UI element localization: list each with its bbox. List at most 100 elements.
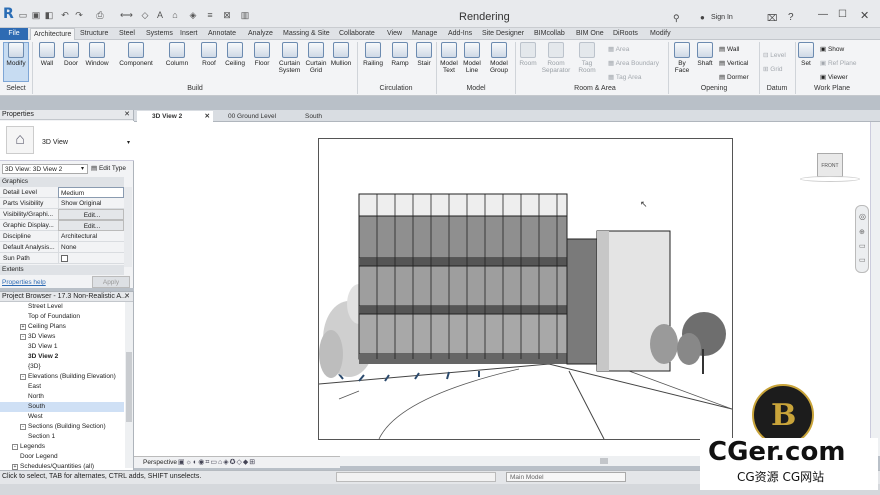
measure-icon[interactable]: ⟷ — [120, 10, 133, 20]
save-icon[interactable]: ▣ — [31, 10, 41, 20]
open-icon[interactable]: ▭ — [18, 10, 28, 20]
search-icon[interactable]: ⚲ — [673, 13, 680, 24]
tab-manage[interactable]: Manage — [409, 28, 440, 40]
browser-tree-item[interactable]: North — [0, 392, 124, 402]
room-button[interactable]: Room — [517, 42, 539, 86]
by-face-button[interactable]: By Face — [671, 42, 693, 86]
switch-windows-icon[interactable]: ▥ — [240, 10, 250, 20]
area-boundary-button[interactable]: ▦ Area Boundary — [608, 59, 659, 67]
tab-bimcollab[interactable]: BIMcollab — [531, 28, 568, 40]
model-text-button[interactable]: Model Text — [438, 42, 460, 86]
collapse-icon[interactable]: - — [20, 374, 26, 380]
redo-icon[interactable]: ↷ — [74, 10, 84, 20]
show-workplane-button[interactable]: ▣ Show — [820, 45, 844, 53]
undo-icon[interactable]: ↶ — [60, 10, 70, 20]
model-line-button[interactable]: Model Line — [461, 42, 483, 86]
collapse-icon[interactable]: - — [20, 334, 26, 340]
browser-tree-item[interactable]: - Legends — [0, 442, 124, 452]
edit-button[interactable]: Edit... — [58, 220, 124, 231]
edit-type-button[interactable]: ▤ Edit Type — [91, 164, 126, 172]
room-area-panel-title[interactable]: Room & Area — [560, 85, 630, 92]
maximize-icon[interactable]: ☐ — [838, 9, 847, 20]
3d-view-icon[interactable]: ⌂ — [170, 10, 180, 20]
minimize-icon[interactable]: — — [818, 9, 828, 20]
graphics-section[interactable]: Graphics — [0, 177, 124, 187]
close-icon[interactable]: ✕ — [124, 292, 130, 302]
room-separator-button[interactable]: Room Separator — [540, 42, 572, 86]
browser-tree-item[interactable]: Street Level — [0, 302, 124, 312]
pan-icon[interactable]: ▭ — [859, 242, 866, 250]
browser-tree-item[interactable]: - Elevations (Building Elevation) — [0, 372, 124, 382]
level-button[interactable]: ⊟ Level — [763, 51, 786, 59]
chevron-down-icon[interactable]: ▾ — [127, 139, 130, 146]
tab-collaborate[interactable]: Collaborate — [336, 28, 378, 40]
tag-area-button[interactable]: ▦ Tag Area — [608, 73, 642, 81]
browser-tree-item[interactable]: South — [0, 402, 124, 412]
close-icon[interactable]: ✕ — [124, 110, 130, 120]
chevron-down-icon[interactable]: ▾ — [81, 165, 84, 172]
dormer-button[interactable]: ▤ Dormer — [719, 73, 749, 81]
tab-systems[interactable]: Systems — [143, 28, 176, 40]
browser-tree-item[interactable]: -3D Views — [0, 332, 124, 342]
browser-tree-item[interactable]: Top of Foundation — [0, 312, 124, 322]
stair-button[interactable]: Stair — [413, 42, 435, 86]
view-tab-south[interactable]: South — [290, 111, 350, 122]
tab-diroots[interactable]: DiRoots — [610, 28, 641, 40]
tab-annotate[interactable]: Annotate — [205, 28, 239, 40]
railing-button[interactable]: Railing — [360, 42, 386, 86]
instance-selector[interactable]: 3D View: 3D View 2 — [2, 164, 88, 174]
app-logo[interactable]: R — [3, 6, 14, 22]
property-value[interactable]: None — [58, 242, 124, 253]
sign-in-link[interactable]: Sign In — [711, 14, 733, 21]
vertical-opening-button[interactable]: ▤ Vertical — [719, 59, 748, 67]
tab-analyze[interactable]: Analyze — [245, 28, 276, 40]
extents-section[interactable]: Extents — [0, 265, 124, 275]
ceiling-button[interactable]: Ceiling — [222, 42, 248, 86]
user-icon[interactable]: ● — [700, 13, 705, 22]
tab-massing-site[interactable]: Massing & Site — [280, 28, 333, 40]
browser-tree-item[interactable]: 3D View 1 — [0, 342, 124, 352]
column-button[interactable]: Column — [162, 42, 192, 86]
apply-button[interactable]: Apply — [92, 276, 130, 288]
property-value[interactable]: Architectural — [58, 231, 124, 242]
sync-icon[interactable]: ◧ — [44, 10, 54, 20]
scroll-thumb[interactable] — [126, 352, 132, 422]
thin-lines-icon[interactable]: ≡ — [205, 10, 215, 20]
wall-opening-button[interactable]: ▤ Wall — [719, 45, 739, 53]
viewcube[interactable]: FRONT — [817, 153, 843, 177]
window-button[interactable]: Window — [83, 42, 111, 86]
browser-tree-item[interactable]: Section 1 — [0, 432, 124, 442]
steering-wheel-icon[interactable]: ◎ — [859, 212, 866, 221]
orbit-icon[interactable]: ▭ — [859, 256, 866, 264]
select-panel-title[interactable]: Select — [2, 85, 30, 92]
workset-selector[interactable] — [336, 472, 496, 482]
view-control-icons[interactable]: ▣☼◐◉⌗▭⌂◈✪◇◆⊞ — [178, 458, 256, 467]
door-button[interactable]: Door — [61, 42, 81, 86]
print-icon[interactable]: ⎙ — [95, 10, 105, 20]
zoom-icon[interactable]: ⊕ — [859, 228, 865, 236]
tag-room-button[interactable]: Tag Room — [575, 42, 599, 86]
property-value[interactable]: Medium — [58, 187, 124, 198]
browser-tree-item[interactable]: - Sections (Building Section) — [0, 422, 124, 432]
view-crop-region[interactable] — [318, 138, 733, 440]
viewcube-compass-ring[interactable] — [800, 176, 860, 182]
area-button[interactable]: ▦ Area — [608, 45, 629, 53]
mullion-button[interactable]: Mullion — [329, 42, 353, 86]
set-workplane-button[interactable]: Set — [797, 42, 815, 86]
section-icon[interactable]: ◈ — [188, 10, 198, 20]
ref-plane-button[interactable]: ▣ Ref Plane — [820, 59, 857, 67]
component-button[interactable]: Component — [115, 42, 157, 86]
browser-tree-item[interactable]: {3D} — [0, 362, 124, 372]
browser-tree-item[interactable]: West — [0, 412, 124, 422]
view-tab-3d-view-2[interactable]: 3D View 2 ✕ — [137, 111, 213, 122]
tab-site-designer[interactable]: Site Designer — [479, 28, 527, 40]
expand-icon[interactable]: + — [20, 324, 26, 330]
viewer-button[interactable]: ▣ Viewer — [820, 73, 848, 81]
tab-file[interactable]: File — [0, 28, 28, 40]
view-tab-ground-level[interactable]: 00 Ground Level — [213, 111, 283, 122]
tag-icon[interactable]: ◇ — [140, 10, 150, 20]
curtain-system-button[interactable]: Curtain System — [276, 42, 303, 86]
tab-bim-one[interactable]: BIM One — [573, 28, 607, 40]
shaft-button[interactable]: Shaft — [694, 42, 716, 86]
tab-add-ins[interactable]: Add-Ins — [445, 28, 475, 40]
